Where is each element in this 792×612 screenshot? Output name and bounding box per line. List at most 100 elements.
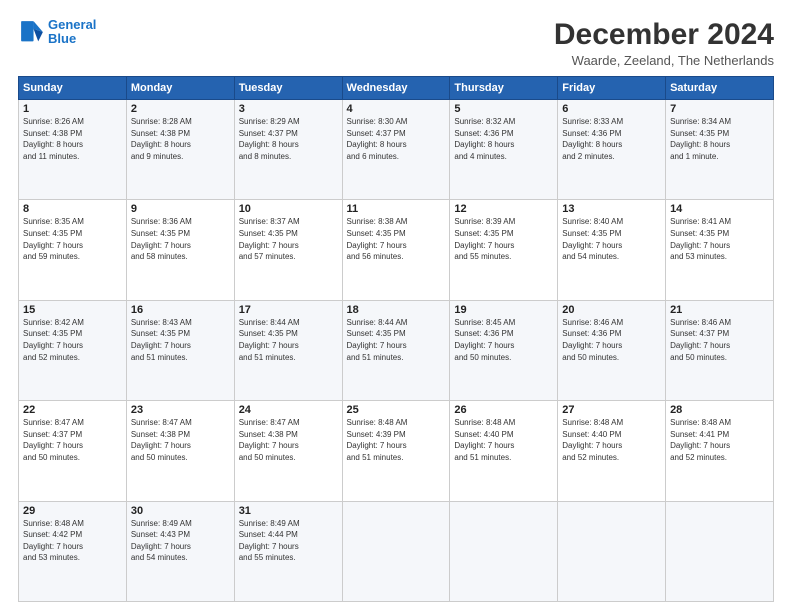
day-number: 11	[347, 203, 446, 215]
day-number: 2	[131, 103, 230, 115]
calendar-cell: 11Sunrise: 8:38 AMSunset: 4:35 PMDayligh…	[342, 200, 450, 300]
day-info: Sunrise: 8:44 AMSunset: 4:35 PMDaylight:…	[347, 317, 446, 363]
day-number: 6	[562, 103, 661, 115]
day-number: 13	[562, 203, 661, 215]
day-number: 19	[454, 304, 553, 316]
day-info: Sunrise: 8:48 AMSunset: 4:42 PMDaylight:…	[23, 518, 122, 564]
day-info: Sunrise: 8:29 AMSunset: 4:37 PMDaylight:…	[239, 116, 338, 162]
calendar-cell	[450, 501, 558, 601]
day-info: Sunrise: 8:40 AMSunset: 4:35 PMDaylight:…	[562, 216, 661, 262]
day-info: Sunrise: 8:32 AMSunset: 4:36 PMDaylight:…	[454, 116, 553, 162]
col-wednesday: Wednesday	[342, 77, 450, 100]
calendar-cell: 26Sunrise: 8:48 AMSunset: 4:40 PMDayligh…	[450, 401, 558, 501]
day-number: 3	[239, 103, 338, 115]
day-number: 4	[347, 103, 446, 115]
calendar-cell: 31Sunrise: 8:49 AMSunset: 4:44 PMDayligh…	[234, 501, 342, 601]
col-sunday: Sunday	[19, 77, 127, 100]
day-number: 20	[562, 304, 661, 316]
calendar-cell	[666, 501, 774, 601]
day-info: Sunrise: 8:46 AMSunset: 4:37 PMDaylight:…	[670, 317, 769, 363]
day-info: Sunrise: 8:48 AMSunset: 4:40 PMDaylight:…	[562, 417, 661, 463]
day-info: Sunrise: 8:49 AMSunset: 4:44 PMDaylight:…	[239, 518, 338, 564]
day-number: 27	[562, 404, 661, 416]
calendar-cell: 29Sunrise: 8:48 AMSunset: 4:42 PMDayligh…	[19, 501, 127, 601]
day-number: 23	[131, 404, 230, 416]
day-number: 16	[131, 304, 230, 316]
day-info: Sunrise: 8:39 AMSunset: 4:35 PMDaylight:…	[454, 216, 553, 262]
day-info: Sunrise: 8:49 AMSunset: 4:43 PMDaylight:…	[131, 518, 230, 564]
calendar-cell: 5Sunrise: 8:32 AMSunset: 4:36 PMDaylight…	[450, 100, 558, 200]
day-number: 30	[131, 505, 230, 517]
page: General Blue December 2024 Waarde, Zeela…	[0, 0, 792, 612]
calendar-cell: 9Sunrise: 8:36 AMSunset: 4:35 PMDaylight…	[126, 200, 234, 300]
day-number: 28	[670, 404, 769, 416]
logo: General Blue	[18, 18, 96, 47]
calendar-week-2: 8Sunrise: 8:35 AMSunset: 4:35 PMDaylight…	[19, 200, 774, 300]
day-number: 5	[454, 103, 553, 115]
day-info: Sunrise: 8:46 AMSunset: 4:36 PMDaylight:…	[562, 317, 661, 363]
col-tuesday: Tuesday	[234, 77, 342, 100]
calendar-cell: 3Sunrise: 8:29 AMSunset: 4:37 PMDaylight…	[234, 100, 342, 200]
calendar-cell: 19Sunrise: 8:45 AMSunset: 4:36 PMDayligh…	[450, 300, 558, 400]
calendar-cell: 25Sunrise: 8:48 AMSunset: 4:39 PMDayligh…	[342, 401, 450, 501]
day-info: Sunrise: 8:28 AMSunset: 4:38 PMDaylight:…	[131, 116, 230, 162]
day-info: Sunrise: 8:48 AMSunset: 4:40 PMDaylight:…	[454, 417, 553, 463]
day-number: 14	[670, 203, 769, 215]
day-number: 15	[23, 304, 122, 316]
calendar-cell: 28Sunrise: 8:48 AMSunset: 4:41 PMDayligh…	[666, 401, 774, 501]
calendar-cell: 24Sunrise: 8:47 AMSunset: 4:38 PMDayligh…	[234, 401, 342, 501]
day-number: 25	[347, 404, 446, 416]
logo-general: General	[48, 17, 96, 32]
day-info: Sunrise: 8:48 AMSunset: 4:41 PMDaylight:…	[670, 417, 769, 463]
col-saturday: Saturday	[666, 77, 774, 100]
day-number: 1	[23, 103, 122, 115]
day-number: 17	[239, 304, 338, 316]
day-info: Sunrise: 8:41 AMSunset: 4:35 PMDaylight:…	[670, 216, 769, 262]
calendar-cell: 1Sunrise: 8:26 AMSunset: 4:38 PMDaylight…	[19, 100, 127, 200]
calendar-cell	[558, 501, 666, 601]
logo-icon	[18, 18, 46, 46]
calendar-table: Sunday Monday Tuesday Wednesday Thursday…	[18, 76, 774, 602]
col-friday: Friday	[558, 77, 666, 100]
calendar-week-4: 22Sunrise: 8:47 AMSunset: 4:37 PMDayligh…	[19, 401, 774, 501]
title-block: December 2024 Waarde, Zeeland, The Nethe…	[554, 18, 774, 68]
day-number: 21	[670, 304, 769, 316]
day-info: Sunrise: 8:47 AMSunset: 4:37 PMDaylight:…	[23, 417, 122, 463]
calendar-week-3: 15Sunrise: 8:42 AMSunset: 4:35 PMDayligh…	[19, 300, 774, 400]
day-number: 26	[454, 404, 553, 416]
calendar-cell: 27Sunrise: 8:48 AMSunset: 4:40 PMDayligh…	[558, 401, 666, 501]
day-info: Sunrise: 8:48 AMSunset: 4:39 PMDaylight:…	[347, 417, 446, 463]
col-monday: Monday	[126, 77, 234, 100]
day-number: 7	[670, 103, 769, 115]
day-info: Sunrise: 8:36 AMSunset: 4:35 PMDaylight:…	[131, 216, 230, 262]
day-info: Sunrise: 8:35 AMSunset: 4:35 PMDaylight:…	[23, 216, 122, 262]
calendar-cell: 17Sunrise: 8:44 AMSunset: 4:35 PMDayligh…	[234, 300, 342, 400]
calendar-cell: 21Sunrise: 8:46 AMSunset: 4:37 PMDayligh…	[666, 300, 774, 400]
calendar-cell: 13Sunrise: 8:40 AMSunset: 4:35 PMDayligh…	[558, 200, 666, 300]
main-title: December 2024	[554, 18, 774, 51]
calendar-week-5: 29Sunrise: 8:48 AMSunset: 4:42 PMDayligh…	[19, 501, 774, 601]
logo-text: General Blue	[48, 18, 96, 47]
day-info: Sunrise: 8:42 AMSunset: 4:35 PMDaylight:…	[23, 317, 122, 363]
calendar-cell: 8Sunrise: 8:35 AMSunset: 4:35 PMDaylight…	[19, 200, 127, 300]
day-info: Sunrise: 8:44 AMSunset: 4:35 PMDaylight:…	[239, 317, 338, 363]
day-number: 29	[23, 505, 122, 517]
day-info: Sunrise: 8:26 AMSunset: 4:38 PMDaylight:…	[23, 116, 122, 162]
logo-blue: Blue	[48, 31, 76, 46]
day-number: 12	[454, 203, 553, 215]
day-info: Sunrise: 8:47 AMSunset: 4:38 PMDaylight:…	[239, 417, 338, 463]
calendar-cell: 16Sunrise: 8:43 AMSunset: 4:35 PMDayligh…	[126, 300, 234, 400]
day-info: Sunrise: 8:43 AMSunset: 4:35 PMDaylight:…	[131, 317, 230, 363]
day-info: Sunrise: 8:45 AMSunset: 4:36 PMDaylight:…	[454, 317, 553, 363]
calendar-cell: 4Sunrise: 8:30 AMSunset: 4:37 PMDaylight…	[342, 100, 450, 200]
col-thursday: Thursday	[450, 77, 558, 100]
day-info: Sunrise: 8:47 AMSunset: 4:38 PMDaylight:…	[131, 417, 230, 463]
header: General Blue December 2024 Waarde, Zeela…	[18, 18, 774, 68]
day-info: Sunrise: 8:33 AMSunset: 4:36 PMDaylight:…	[562, 116, 661, 162]
calendar-week-1: 1Sunrise: 8:26 AMSunset: 4:38 PMDaylight…	[19, 100, 774, 200]
subtitle: Waarde, Zeeland, The Netherlands	[554, 53, 774, 68]
calendar-cell: 2Sunrise: 8:28 AMSunset: 4:38 PMDaylight…	[126, 100, 234, 200]
calendar-cell: 6Sunrise: 8:33 AMSunset: 4:36 PMDaylight…	[558, 100, 666, 200]
day-number: 18	[347, 304, 446, 316]
day-info: Sunrise: 8:30 AMSunset: 4:37 PMDaylight:…	[347, 116, 446, 162]
